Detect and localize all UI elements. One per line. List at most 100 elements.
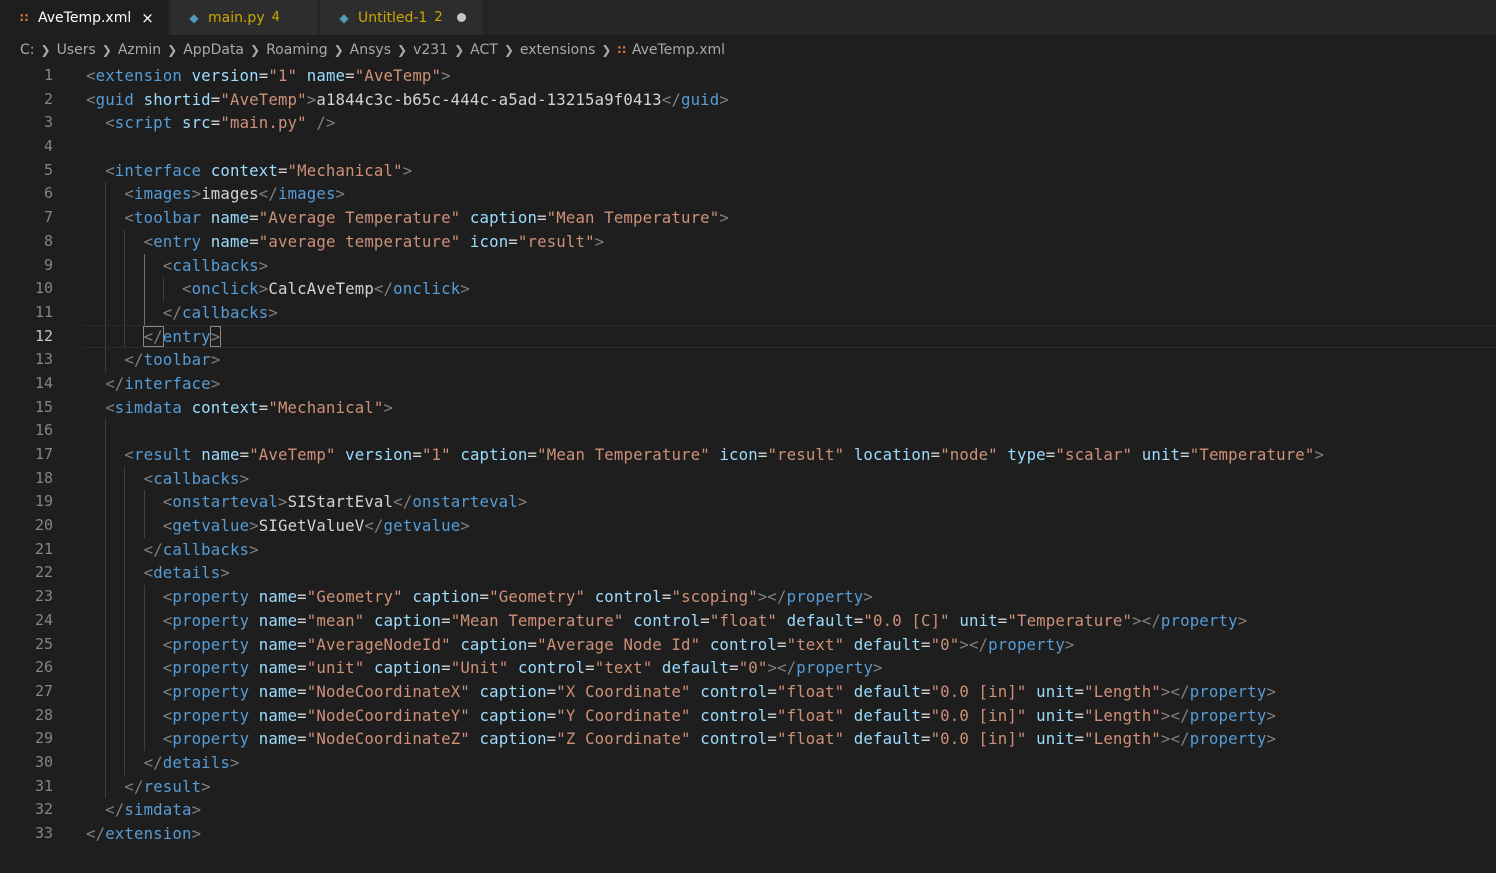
code-line[interactable]: 17 <result name="AveTemp" version="1" cap… xyxy=(0,443,1496,467)
code-line[interactable]: 18 <callbacks> xyxy=(0,466,1496,491)
text-content xyxy=(134,90,144,109)
indent-guide xyxy=(105,348,107,372)
breadcrumb-item[interactable]: Users xyxy=(57,42,96,58)
code-line[interactable]: 2 <guid shortid="AveTemp">a1844c3c-b65c-4… xyxy=(0,88,1496,112)
breadcrumb-item[interactable]: AveTemp.xml xyxy=(632,42,725,58)
code-text[interactable]: <property name="Geometry" caption="Geome… xyxy=(163,585,873,609)
punctuation: </ xyxy=(258,184,278,204)
code-text[interactable]: <entry name="average temperature" icon="… xyxy=(144,230,605,254)
equals-sign: = xyxy=(920,634,931,654)
code-line[interactable]: 25 <property name="AverageNodeId" caption… xyxy=(0,632,1496,657)
code-text[interactable]: <getvalue>SIGetValueV</getvalue> xyxy=(163,514,470,538)
code-text[interactable]: <property name="AverageNodeId" caption="… xyxy=(163,633,1075,657)
tag-name: interface xyxy=(114,160,202,180)
attribute-value: "NodeCoordinateZ" xyxy=(306,729,470,749)
breadcrumb-item[interactable]: v231 xyxy=(413,42,448,58)
code-line[interactable]: 7 <toolbar name="Average Temperature" cap… xyxy=(0,206,1496,230)
code-editor[interactable]: 1 <extension version="1" name="AveTemp"> 2… xyxy=(0,64,1496,846)
breadcrumb-item[interactable]: Roaming xyxy=(266,42,328,58)
code-line[interactable]: 15 <simdata context="Mechanical"> xyxy=(0,396,1496,420)
code-text[interactable]: <guid shortid="AveTemp">a1844c3c-b65c-44… xyxy=(86,88,729,112)
unsaved-dot-icon[interactable] xyxy=(456,13,466,22)
breadcrumb-item[interactable]: AppData xyxy=(183,42,244,58)
code-text[interactable]: <simdata context="Mechanical"> xyxy=(105,396,393,420)
code-line[interactable]: 28 <property name="NodeCoordinateY" capti… xyxy=(0,703,1496,728)
code-text[interactable]: <interface context="Mechanical"> xyxy=(105,159,412,183)
breadcrumb-item[interactable]: extensions xyxy=(520,42,596,58)
code-text[interactable]: <property name="NodeCoordinateX" caption… xyxy=(163,680,1276,704)
tag-name: details xyxy=(162,752,230,772)
code-line[interactable]: 27 <property name="NodeCoordinateX" capti… xyxy=(0,679,1496,704)
tab-untitled-1[interactable]: ◆ Untitled-1 2 xyxy=(320,0,483,35)
tab-avetemp-xml[interactable]: ∷ AveTemp.xml × xyxy=(0,0,169,35)
code-text[interactable]: </callbacks> xyxy=(163,301,278,325)
code-text[interactable]: <property name="unit" caption="Unit" con… xyxy=(163,656,883,680)
indent-guide xyxy=(105,750,107,775)
tag-name: getvalue xyxy=(172,516,250,536)
code-line[interactable]: 6 <images>images</images> xyxy=(0,182,1496,207)
code-text[interactable]: </entry> xyxy=(142,325,222,349)
code-line[interactable]: 32 </simdata> xyxy=(0,798,1496,822)
code-text[interactable]: <result name="AveTemp" version="1" capti… xyxy=(124,443,1324,467)
code-line[interactable]: 22 <details> xyxy=(0,561,1496,586)
code-line[interactable]: 21 </callbacks> xyxy=(0,537,1496,562)
code-line[interactable]: 26 <property name="unit" caption="Unit" c… xyxy=(0,656,1496,680)
code-text[interactable]: </simdata> xyxy=(105,798,201,822)
code-text[interactable]: <property name="NodeCoordinateY" caption… xyxy=(163,704,1276,728)
code-line[interactable]: 20 <getvalue>SIGetValueV</getvalue> xyxy=(0,514,1496,538)
code-text[interactable]: </details> xyxy=(144,751,240,775)
code-text[interactable]: </toolbar> xyxy=(124,348,220,372)
punctuation: > xyxy=(191,184,202,204)
code-text[interactable]: <property name="mean" caption="Mean Temp… xyxy=(163,609,1248,633)
code-line[interactable]: 11 </callbacks> xyxy=(0,300,1496,325)
code-line[interactable]: 3 <script src="main.py" /> xyxy=(0,111,1496,135)
code-text[interactable]: <details> xyxy=(144,561,230,585)
code-text[interactable]: </callbacks> xyxy=(144,538,259,562)
code-line[interactable]: 31 </result> xyxy=(0,774,1496,799)
code-text[interactable]: </interface> xyxy=(105,372,220,396)
close-icon[interactable]: × xyxy=(141,9,154,27)
breadcrumb-item[interactable]: Ansys xyxy=(350,42,391,58)
code-line[interactable]: 5 <interface context="Mechanical"> xyxy=(0,159,1496,183)
code-line[interactable]: 13 </toolbar> xyxy=(0,348,1496,372)
code-line[interactable]: 24 <property name="mean" caption="Mean Te… xyxy=(0,608,1496,633)
attribute-value: "Temperature" xyxy=(1189,445,1315,464)
code-text[interactable]: <callbacks> xyxy=(144,467,250,491)
tab-main-py[interactable]: ◆ main.py 4 xyxy=(170,0,319,35)
equals-sign: = xyxy=(277,160,288,180)
code-line[interactable]: 1 <extension version="1" name="AveTemp"> xyxy=(0,64,1496,88)
attribute-name: unit xyxy=(959,610,998,630)
code-line[interactable]: 23 <property name="Geometry" caption="Geo… xyxy=(0,585,1496,609)
code-text[interactable]: </extension> xyxy=(86,822,201,846)
code-line[interactable]: 16 xyxy=(0,419,1496,443)
line-number: 12 xyxy=(34,326,53,345)
code-text[interactable]: <onstarteval>SIStartEval</onstarteval> xyxy=(163,490,528,514)
indent-guide xyxy=(143,656,145,680)
code-text[interactable]: <script src="main.py" /> xyxy=(105,111,335,135)
code-text[interactable]: <toolbar name="Average Temperature" capt… xyxy=(124,206,729,230)
code-line[interactable]: 29 <property name="NodeCoordinateZ" capti… xyxy=(0,727,1496,751)
punctuation: > xyxy=(460,516,470,536)
code-line[interactable]: 8 <entry name="average temperature" icon=… xyxy=(0,229,1496,254)
code-line[interactable]: 33 </extension> xyxy=(0,822,1496,846)
breadcrumb-item[interactable]: Azmin xyxy=(118,42,161,58)
code-line[interactable]: 9 <callbacks> xyxy=(0,253,1496,278)
code-text[interactable]: <images>images</images> xyxy=(124,182,345,206)
code-text[interactable]: <property name="NodeCoordinateZ" caption… xyxy=(163,727,1276,751)
text-content xyxy=(192,445,202,464)
code-line[interactable]: 4 xyxy=(0,135,1496,159)
text-content xyxy=(710,445,720,464)
code-line[interactable]: 30 </details> xyxy=(0,750,1496,775)
code-line[interactable]: 14 </interface> xyxy=(0,372,1496,396)
breadcrumb-item[interactable]: ACT xyxy=(470,42,498,58)
code-line[interactable]: 19 <onstarteval>SIStartEval</onstarteval> xyxy=(0,490,1496,515)
code-text[interactable]: </result> xyxy=(124,775,210,799)
problem-count-badge: 4 xyxy=(271,10,280,25)
code-line[interactable]: 12 </entry> xyxy=(0,324,1496,349)
attribute-value: "0.0 [in]" xyxy=(930,705,1027,725)
breadcrumb-item[interactable]: C: xyxy=(20,42,35,58)
code-text[interactable]: <callbacks> xyxy=(163,254,269,278)
code-line[interactable]: 10 <onclick>CalcAveTemp</onclick> xyxy=(0,277,1496,301)
code-text[interactable]: <extension version="1" name="AveTemp"> xyxy=(86,64,451,88)
code-text[interactable]: <onclick>CalcAveTemp</onclick> xyxy=(182,277,470,301)
